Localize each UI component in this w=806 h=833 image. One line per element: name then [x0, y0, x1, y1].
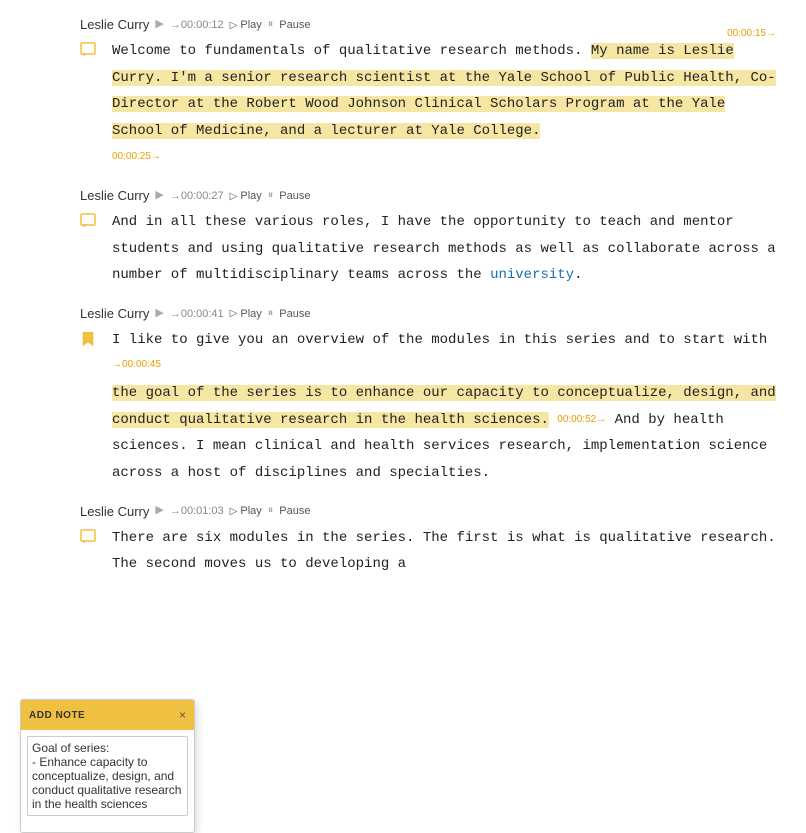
add-note-close-button[interactable]: ×: [179, 705, 186, 725]
pause-button-3[interactable]: Pause: [279, 305, 310, 324]
speaker-name-2: Leslie Curry: [80, 185, 149, 207]
add-note-textarea[interactable]: Goal of series: - Enhance capacity to co…: [27, 736, 188, 816]
play-icon-3: ▷: [230, 305, 238, 322]
add-note-body: Goal of series: - Enhance capacity to co…: [21, 730, 194, 832]
add-note-header: ADD NOTE ×: [21, 700, 194, 730]
speaker-arrow-2: ▶: [155, 187, 163, 206]
transcript-text-1: 00:00:15→ Welcome to fundamentals of qua…: [112, 38, 776, 171]
timestamp-inline-end-1: 00:00:15→: [727, 24, 776, 43]
speaker-arrow-4: ▶: [155, 502, 163, 521]
timestamp-start-2: →00:00:27: [170, 187, 224, 206]
link-university[interactable]: university: [490, 267, 574, 283]
comment-icon-4[interactable]: [80, 529, 100, 555]
speaker-name-1: Leslie Curry: [80, 14, 149, 36]
segment-4: Leslie Curry ▶ →00:01:03 ▷ Play ⏸ Pause …: [0, 497, 806, 578]
transcript-text-3: I like to give you an overview of the mo…: [112, 327, 776, 487]
timestamp-start-3: →00:00:41: [170, 305, 224, 324]
play-label-1: Play: [240, 16, 261, 35]
sep-2: ⏸: [268, 187, 274, 206]
sep-1: ⏸: [268, 16, 274, 35]
add-note-title: ADD NOTE: [29, 707, 85, 724]
comment-icon-2[interactable]: [80, 213, 100, 239]
segment-1: Leslie Curry ▶ →00:00:12 ▷ Play ⏸ Pause …: [0, 10, 806, 171]
play-button-1[interactable]: ▷ Play: [230, 16, 262, 35]
sep-4: ⏸: [268, 502, 274, 521]
segment-2-body: And in all these various roles, I have t…: [0, 209, 806, 289]
segment-4-header: Leslie Curry ▶ →00:01:03 ▷ Play ⏸ Pause: [0, 497, 806, 525]
play-label-4: Play: [240, 502, 261, 521]
highlight-3: the goal of the series is to enhance our…: [112, 385, 776, 428]
pause-button-1[interactable]: Pause: [279, 16, 310, 35]
pause-button-4[interactable]: Pause: [279, 502, 310, 521]
timestamp-inline-3b: 00:00:52→: [557, 414, 606, 425]
segment-1-header: Leslie Curry ▶ →00:00:12 ▷ Play ⏸ Pause: [0, 10, 806, 38]
timestamp-inline-3a: →00:00:45: [112, 355, 161, 374]
play-icon-4: ▷: [230, 503, 238, 520]
pause-button-2[interactable]: Pause: [279, 187, 310, 206]
segment-1-body: 00:00:15→ Welcome to fundamentals of qua…: [0, 38, 806, 171]
speaker-arrow-3: ▶: [155, 305, 163, 324]
play-label-2: Play: [240, 187, 261, 206]
timestamp-start-1: →00:00:12: [170, 16, 224, 35]
segment-2: Leslie Curry ▶ →00:00:27 ▷ Play ⏸ Pause …: [0, 181, 806, 289]
segment-4-body: There are six modules in the series. The…: [0, 525, 806, 578]
timestamp-end-label-1: 00:00:25→: [112, 151, 161, 162]
highlight-1: My name is Leslie Curry. I'm a senior re…: [112, 43, 776, 139]
speaker-name-3: Leslie Curry: [80, 303, 149, 325]
play-label-3: Play: [240, 305, 261, 324]
transcript-text-2: And in all these various roles, I have t…: [112, 209, 776, 289]
speaker-arrow-1: ▶: [155, 16, 163, 35]
sep-3: ⏸: [268, 305, 274, 324]
timestamp-start-4: →00:01:03: [170, 502, 224, 521]
play-icon-2: ▷: [230, 188, 238, 205]
play-button-4[interactable]: ▷ Play: [230, 502, 262, 521]
segment-3: Leslie Curry ▶ →00:00:41 ▷ Play ⏸ Pause …: [0, 299, 806, 487]
segment-2-header: Leslie Curry ▶ →00:00:27 ▷ Play ⏸ Pause: [0, 181, 806, 209]
speaker-name-4: Leslie Curry: [80, 501, 149, 523]
transcript-container: Leslie Curry ▶ →00:00:12 ▷ Play ⏸ Pause …: [0, 0, 806, 598]
play-button-2[interactable]: ▷ Play: [230, 187, 262, 206]
segment-3-body: I like to give you an overview of the mo…: [0, 327, 806, 487]
comment-icon-1[interactable]: [80, 42, 100, 68]
transcript-text-4: There are six modules in the series. The…: [112, 525, 776, 578]
play-button-3[interactable]: ▷ Play: [230, 305, 262, 324]
comment-icon-3[interactable]: [80, 331, 100, 357]
segment-3-header: Leslie Curry ▶ →00:00:41 ▷ Play ⏸ Pause: [0, 299, 806, 327]
add-note-overlay: ADD NOTE × Goal of series: - Enhance cap…: [20, 699, 195, 833]
play-icon-1: ▷: [230, 17, 238, 34]
